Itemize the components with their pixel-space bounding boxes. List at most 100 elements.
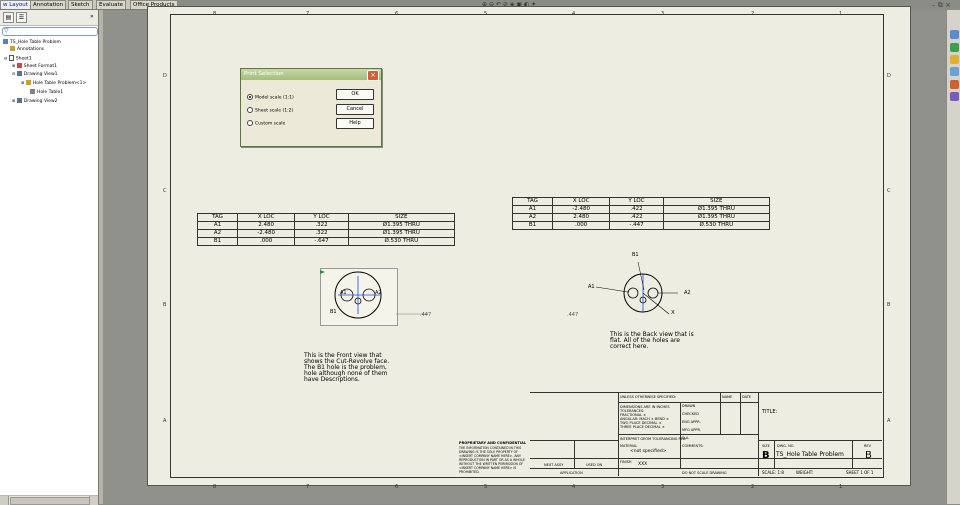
search-icon[interactable]	[950, 67, 959, 76]
zone-top-6: 6	[395, 11, 399, 17]
restore-icon[interactable]: ⧉	[938, 1, 943, 9]
tb-mfg-appr: MFG APPR.	[682, 428, 701, 432]
tb-finish-value: XXX	[638, 462, 648, 467]
table-cell: B1	[511, 221, 554, 230]
table-header-row: TAG X LOC Y LOC SIZE	[196, 213, 456, 222]
tb-dwg-number: TS_Hole Table Problem	[776, 451, 844, 458]
table-cell: Ø1.395 THRU	[347, 229, 456, 238]
table-row: A1 -2.480 .422 Ø1.395 THRU	[511, 205, 771, 214]
property-manager-icon[interactable]: ☰	[16, 12, 27, 23]
zone-right-D: D	[887, 73, 891, 79]
expand-icon[interactable]: ⊞	[12, 98, 15, 103]
tb-do-not-scale: DO NOT SCALE DRAWING	[682, 471, 727, 475]
table-cell: -2.480	[552, 205, 611, 214]
drawing-view-icon	[16, 71, 22, 76]
zone-bottom-5: 5	[484, 484, 488, 490]
zone-top-7: 7	[306, 11, 310, 17]
minimize-icon[interactable]: –	[932, 1, 936, 9]
zone-right-A: A	[887, 418, 891, 424]
table-header-row: TAG X LOC Y LOC SIZE	[511, 197, 771, 206]
label-a1: A1	[588, 284, 595, 290]
title-block[interactable]: UNLESS OTHERWISE SPECIFIED: NAME DATE DI…	[530, 392, 882, 476]
tree-item-annotations[interactable]: Annotations	[10, 46, 44, 52]
feature-manager-panel: ▤ ☰ » ▽ TS_Hole Table Problem Annotation…	[0, 10, 99, 505]
zone-top-2: 2	[751, 11, 755, 17]
table-header: SIZE	[347, 213, 456, 222]
filter-input[interactable]: ▽	[2, 27, 98, 36]
table-row: B1 .000 -.647 Ø.530 THRU	[196, 237, 456, 246]
table-cell: Ø1.395 THRU	[662, 213, 771, 222]
collapse-icon[interactable]: ⊟	[12, 71, 15, 76]
tree-item-drawing-view1[interactable]: ⊟ Drawing View1	[12, 71, 57, 77]
feature-tree-icon[interactable]: ▤	[3, 12, 14, 23]
table-row: A2 -2.480 .322 Ø1.395 THRU	[196, 229, 456, 238]
view-palette-icon[interactable]	[950, 80, 959, 89]
table-cell: 2.480	[237, 221, 296, 230]
front-view-note[interactable]: This is the Front view that shows the Cu…	[304, 353, 399, 383]
dialog-title[interactable]: Print Selection	[241, 69, 381, 80]
ok-button[interactable]: OK	[336, 89, 374, 100]
close-icon[interactable]: ×	[367, 70, 379, 81]
help-button[interactable]: Help	[336, 118, 374, 129]
zone-bottom-6: 6	[395, 484, 399, 490]
tree-item-part[interactable]: ⊞ Hole Table Problem<1>	[21, 80, 86, 86]
print-selection-dialog[interactable]: Print Selection × Model scale (1:1) Shee…	[240, 68, 382, 147]
radio-custom-scale[interactable]: Custom scale	[247, 120, 285, 128]
table-cell: A2	[196, 229, 239, 238]
label-b1: B1	[632, 252, 639, 258]
tree-item-hole-table[interactable]: Hole Table1	[30, 89, 63, 95]
tb-size: B	[762, 450, 770, 461]
tb-next-assy: NEXT ASSY	[544, 463, 564, 467]
close-icon[interactable]: ×	[945, 1, 951, 9]
table-cell: 2.480	[552, 213, 611, 222]
radio-sheet-scale[interactable]: Sheet scale (1:2)	[247, 107, 293, 115]
tab-sketch[interactable]: Sketch	[68, 0, 93, 9]
zone-right-B: B	[887, 302, 891, 308]
tb-rev: B	[865, 450, 872, 461]
tb-eng-appr: ENG APPR.	[682, 420, 701, 424]
table-cell: .422	[609, 205, 664, 214]
tab-layout[interactable]: w Layout	[0, 0, 31, 9]
zone-top-4: 4	[572, 11, 576, 17]
hole-table-back[interactable]: TAG X LOC Y LOC SIZE A1 -2.480 .422 Ø1.3…	[511, 197, 771, 230]
table-cell: -.647	[294, 237, 349, 246]
expand-icon[interactable]: ⊞	[12, 63, 15, 68]
design-library-icon[interactable]	[950, 43, 959, 52]
tb-sheet: SHEET 1 OF 1	[846, 470, 874, 475]
table-header: X LOC	[552, 197, 611, 206]
expand-chevron-icon[interactable]: »	[90, 13, 94, 20]
tree-item-sheet1[interactable]: ⊟ Sheet1	[4, 55, 32, 62]
label-a2: A2	[684, 290, 691, 296]
zone-bottom-8: 8	[213, 484, 217, 490]
window-controls: – ⧉ ×	[932, 1, 951, 10]
cancel-button[interactable]: Cancel	[336, 104, 374, 115]
zone-top-3: 3	[661, 11, 665, 17]
tree-root[interactable]: TS_Hole Table Problem	[3, 39, 61, 45]
tab-evaluate[interactable]: Evaluate	[96, 0, 127, 9]
appearances-icon[interactable]	[950, 92, 959, 101]
zone-left-C: C	[163, 188, 167, 194]
tb-material: MATERIAL	[620, 444, 638, 448]
panel-splitter[interactable]	[99, 10, 103, 504]
task-pane	[946, 10, 960, 504]
zone-right-C: C	[887, 188, 891, 194]
table-cell: B1	[196, 237, 239, 246]
back-view-geometry	[595, 261, 678, 315]
tb-name-header: NAME	[722, 395, 733, 399]
file-explorer-icon[interactable]	[950, 55, 959, 64]
back-view-note[interactable]: This is the Back view that is flat. All …	[610, 332, 698, 350]
tree-item-drawing-view2[interactable]: ⊞ Drawing View2	[12, 98, 57, 104]
resources-icon[interactable]	[950, 30, 959, 39]
annotation-icon	[10, 46, 15, 51]
zone-bottom-1: 1	[839, 484, 843, 490]
table-header: Y LOC	[609, 197, 664, 206]
collapse-icon[interactable]: ⊟	[4, 56, 7, 61]
tree-item-sheet-format[interactable]: ⊞ Sheet Format1	[12, 63, 57, 69]
radio-model-scale[interactable]: Model scale (1:1)	[247, 94, 294, 102]
tb-comments: COMMENTS:	[682, 444, 704, 448]
table-cell: .322	[294, 221, 349, 230]
sheet-icon	[8, 55, 14, 61]
tab-annotation[interactable]: Annotation	[30, 0, 67, 9]
hole-table-front[interactable]: TAG X LOC Y LOC SIZE A1 2.480 .322 Ø1.39…	[196, 213, 456, 246]
expand-icon[interactable]: ⊞	[21, 80, 24, 85]
